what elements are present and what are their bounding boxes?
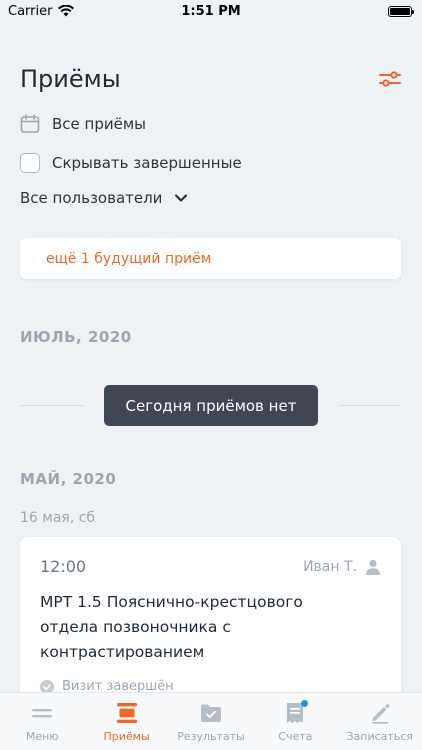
- pencil-icon: [367, 701, 393, 725]
- divider-right: [338, 405, 401, 406]
- tab-book[interactable]: Записаться: [338, 701, 422, 743]
- hide-completed-label: Скрывать завершенные: [52, 154, 242, 172]
- appointment-status-text: Визит завершён: [62, 679, 174, 692]
- check-icon: [40, 679, 54, 692]
- appointment-card[interactable]: 12:00 Иван Т. МРТ 1.5 Пояснично-крестцов…: [20, 537, 401, 692]
- hide-completed-toggle[interactable]: Скрывать завершенные: [20, 153, 242, 173]
- filter-settings-button[interactable]: [378, 67, 402, 91]
- notification-badge: [301, 700, 309, 707]
- no-appointments-text: Сегодня приёмов нет: [125, 396, 297, 415]
- tab-results-label: Результаты: [177, 730, 245, 743]
- users-dropdown-label: Все пользователи: [20, 189, 163, 207]
- appointment-title: МРТ 1.5 Пояснично-крестцового отдела поз…: [40, 593, 303, 661]
- tab-bar: Меню Приёмы Результаты Счета Записаться: [0, 692, 422, 750]
- carrier-label: Carrier: [8, 3, 53, 19]
- receipt-icon: [282, 700, 309, 725]
- tab-appointments-label: Приёмы: [103, 730, 150, 743]
- appointment-status: Визит завершён: [40, 679, 381, 692]
- day-label: 16 мая, сб: [20, 510, 96, 526]
- battery-icon: [388, 5, 414, 17]
- menu-icon: [29, 701, 55, 725]
- appointment-patient: Иван Т.: [303, 559, 381, 575]
- tab-bills[interactable]: Счета: [253, 700, 337, 743]
- tab-menu[interactable]: Меню: [0, 701, 84, 743]
- month-header-july: ИЮЛЬ, 2020: [20, 328, 132, 346]
- appointment-header: 12:00 Иван Т.: [40, 557, 381, 576]
- hide-completed-checkbox[interactable]: [20, 153, 40, 173]
- no-appointments-today-message: Сегодня приёмов нет: [104, 385, 318, 426]
- future-appointments-banner[interactable]: ещё 1 будущий приём: [20, 238, 401, 279]
- sliders-icon: [379, 71, 401, 87]
- month-header-may: МАЙ, 2020: [20, 470, 117, 488]
- tab-book-label: Записаться: [346, 730, 413, 743]
- tab-bills-label: Счета: [278, 730, 313, 743]
- status-left: Carrier: [8, 3, 75, 19]
- all-appointments-label: Все приёмы: [52, 115, 146, 133]
- divider-left: [20, 405, 84, 406]
- patient-name: Иван Т.: [303, 558, 357, 575]
- all-appointments-filter[interactable]: Все приёмы: [20, 114, 146, 134]
- results-folder-icon: [198, 701, 224, 725]
- calendar-icon: [20, 114, 40, 133]
- main-content: Приёмы Все приёмы Скрывать завершенные В…: [0, 22, 422, 692]
- wifi-icon: [58, 5, 75, 17]
- status-bar: Carrier 1:51 PM: [0, 0, 422, 22]
- future-appointments-text: ещё 1 будущий приём: [46, 250, 212, 267]
- header: Приёмы: [20, 64, 402, 94]
- users-dropdown[interactable]: Все пользователи: [20, 189, 188, 207]
- chevron-down-icon: [175, 194, 188, 202]
- appointments-icon: [114, 701, 140, 725]
- appointment-time: 12:00: [40, 557, 87, 576]
- tab-menu-label: Меню: [25, 730, 59, 743]
- tab-results[interactable]: Результаты: [169, 701, 253, 743]
- user-icon: [366, 559, 380, 575]
- page-title: Приёмы: [20, 65, 121, 93]
- tab-appointments[interactable]: Приёмы: [85, 701, 169, 743]
